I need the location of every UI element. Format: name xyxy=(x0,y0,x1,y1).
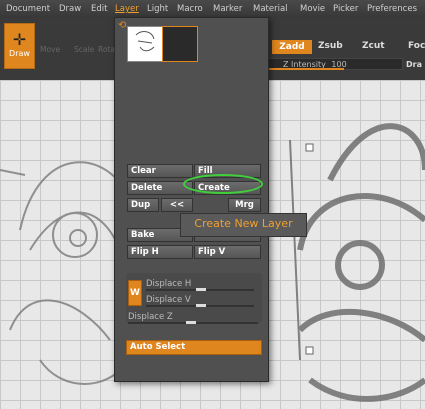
menu-item-picker[interactable]: Picker xyxy=(333,4,358,14)
sketch-thumbnail-icon xyxy=(135,31,155,52)
displace-h-knob[interactable] xyxy=(196,288,206,291)
menu-item-edit[interactable]: Edit xyxy=(91,4,107,14)
menu-item-material[interactable]: Material xyxy=(253,4,288,14)
menu-item-layer[interactable]: Layer xyxy=(115,4,139,14)
menu-item-document[interactable]: Document xyxy=(6,4,50,14)
draw-crosshair-icon: ✛ xyxy=(12,30,27,49)
create-tooltip: Create New Layer xyxy=(180,213,307,237)
zadd-button[interactable]: Zadd xyxy=(272,40,312,54)
z-intensity-fill xyxy=(269,68,344,70)
draw-size-label: Dra xyxy=(406,60,422,69)
pin-icon[interactable]: ⟲ xyxy=(118,20,126,31)
merge-button[interactable]: Mrg xyxy=(228,198,261,212)
menu-item-light[interactable]: Light xyxy=(147,4,168,14)
clear-button[interactable]: Clear xyxy=(127,164,193,178)
focal-button[interactable]: Foc xyxy=(408,41,425,51)
z-intensity-slider[interactable]: Z Intensity 100 xyxy=(268,58,403,70)
move-button[interactable]: Move xyxy=(40,45,60,54)
menu-item-movie[interactable]: Movie xyxy=(300,4,325,14)
displace-z-knob[interactable] xyxy=(186,321,196,324)
w-button[interactable]: W xyxy=(128,280,142,306)
draw-label: Draw xyxy=(9,49,30,58)
menu-item-preferences[interactable]: Preferences xyxy=(367,4,417,14)
dup-button[interactable]: Dup xyxy=(127,198,159,212)
menu-item-macro[interactable]: Macro xyxy=(177,4,203,14)
zsub-button[interactable]: Zsub xyxy=(318,41,343,51)
menu-item-marker[interactable]: Marker xyxy=(213,4,242,14)
displace-v-knob[interactable] xyxy=(196,304,206,307)
displace-h-label: Displace H xyxy=(146,279,192,289)
layer-thumbnail-2[interactable] xyxy=(162,26,198,62)
zcut-button[interactable]: Zcut xyxy=(362,41,385,51)
highlight-circle xyxy=(183,174,263,194)
back-button[interactable]: << xyxy=(161,198,193,212)
scale-button[interactable]: Scale xyxy=(74,45,94,54)
auto-select-button[interactable]: Auto Select xyxy=(126,340,262,355)
flip-h-button[interactable]: Flip H xyxy=(127,245,193,259)
layer-thumbnail-1[interactable] xyxy=(127,26,163,62)
flip-v-button[interactable]: Flip V xyxy=(194,245,261,259)
displace-z-label: Displace Z xyxy=(128,312,173,322)
draw-button[interactable]: ✛ Draw xyxy=(4,23,35,69)
displace-v-label: Displace V xyxy=(146,295,191,305)
menu-item-draw[interactable]: Draw xyxy=(59,4,81,14)
